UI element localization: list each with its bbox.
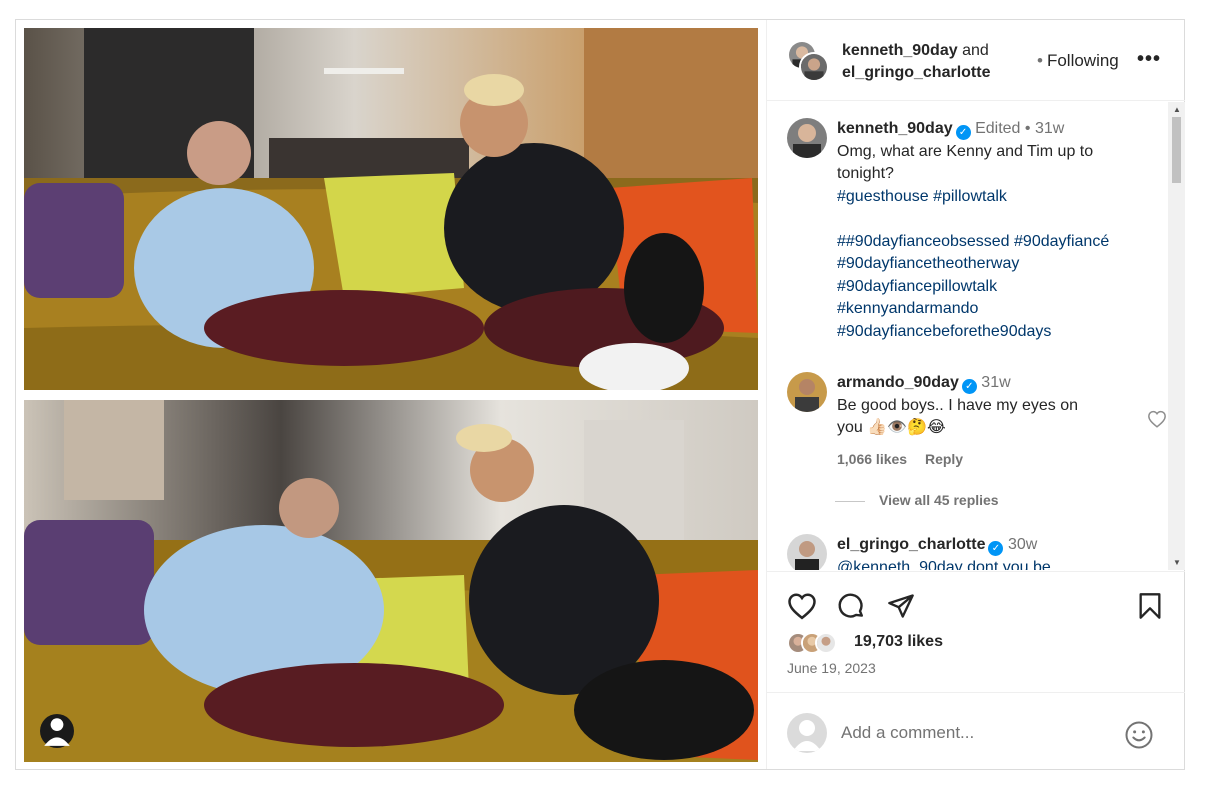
post-authors: kenneth_90day and el_gringo_charlotte: [842, 40, 990, 84]
author-username-1[interactable]: kenneth_90day: [842, 42, 958, 59]
caption-hashtags[interactable]: ##90dayfianceobsessed #90dayfiancé: [837, 231, 1157, 254]
post-header: kenneth_90day and el_gringo_charlotte • F…: [767, 20, 1185, 101]
post-date[interactable]: June 19, 2023: [787, 660, 876, 676]
and-text: and: [962, 42, 989, 59]
comment-time[interactable]: 30w: [1008, 536, 1037, 553]
post-dialog: kenneth_90day and el_gringo_charlotte • F…: [15, 19, 1185, 770]
caption-text-line: tonight?: [837, 165, 894, 182]
avatar[interactable]: [787, 534, 827, 570]
photo-bottom: [24, 400, 758, 762]
author-username-2[interactable]: el_gringo_charlotte: [842, 64, 990, 81]
view-replies-label: View all 45 replies: [879, 492, 999, 508]
tagged-users-button[interactable]: [40, 714, 74, 748]
share-icon: [888, 594, 914, 618]
more-options-button[interactable]: •••: [1137, 48, 1161, 71]
view-replies-button[interactable]: View all 45 replies: [835, 492, 999, 508]
comment-input[interactable]: [841, 721, 1111, 745]
caption-hashtags[interactable]: #90dayfiancetheotherway: [837, 253, 1157, 276]
caption-hashtags[interactable]: #90dayfiancepillowtalk: [837, 276, 1157, 299]
comment-icon: [838, 593, 863, 618]
comment-button[interactable]: [837, 592, 866, 626]
heart-icon: [1148, 410, 1166, 428]
emoji-icon: [1125, 721, 1153, 749]
comment-likes[interactable]: 1,066 likes: [837, 451, 907, 467]
verified-badge-icon: ✓: [955, 125, 971, 140]
scroll-down-arrow-icon[interactable]: ▼: [1173, 558, 1181, 567]
verified-badge-icon: ✓: [961, 379, 977, 394]
avatar[interactable]: [787, 118, 827, 158]
caption-hashtags[interactable]: #kennyandarmando: [837, 298, 1157, 321]
likes-count[interactable]: 19,703 likes: [854, 633, 943, 651]
heart-icon: [788, 593, 816, 620]
comment-text-line[interactable]: @kenneth_90day dont you be: [837, 557, 1157, 571]
like-comment-button[interactable]: [1147, 410, 1167, 433]
caption-text-line: Omg, what are Kenny and Tim up to: [837, 142, 1094, 160]
emoji-button[interactable]: [1124, 720, 1154, 755]
comment-time[interactable]: 31w: [981, 374, 1010, 391]
caption-username[interactable]: kenneth_90day: [837, 120, 953, 137]
post-media[interactable]: [16, 20, 766, 769]
like-button[interactable]: [787, 592, 817, 625]
comments-list[interactable]: kenneth_90day ✓ Edited • 31w Omg, what ar…: [767, 102, 1185, 570]
post-side-panel: kenneth_90day and el_gringo_charlotte • F…: [766, 20, 1185, 769]
reply-button[interactable]: Reply: [925, 451, 963, 467]
liker-avatars[interactable]: [787, 632, 847, 656]
save-button[interactable]: [1137, 592, 1163, 625]
comment-text-line: Be good boys.. I have my eyes on: [837, 396, 1079, 414]
post-actions: 19,703 likes June 19, 2023: [767, 571, 1185, 691]
photo-top: [24, 28, 758, 390]
comment-username[interactable]: armando_90day: [837, 374, 959, 391]
avatar: [787, 713, 827, 753]
share-button[interactable]: [887, 592, 915, 625]
comment-text-line: you 👍🏻👁️🤔😂: [837, 419, 946, 436]
comment-item: armando_90day ✓ 31w Be good boys.. I have…: [787, 372, 1166, 482]
user-tag-icon: [44, 718, 70, 746]
caption-hashtags[interactable]: #guesthouse #pillowtalk: [837, 186, 1157, 209]
edited-label: Edited: [975, 120, 1021, 137]
avatar[interactable]: [799, 52, 829, 82]
verified-badge-icon: ✓: [988, 541, 1004, 556]
avatar: [815, 632, 837, 654]
divider: [835, 500, 865, 502]
separator-dot: •: [1024, 120, 1031, 137]
add-comment-bar: [767, 692, 1185, 769]
author-avatars[interactable]: [787, 40, 831, 82]
bookmark-icon: [1139, 593, 1161, 619]
scrollbar-thumb[interactable]: [1172, 117, 1181, 183]
scroll-up-arrow-icon[interactable]: ▲: [1173, 105, 1181, 114]
following-button[interactable]: • Following: [1037, 51, 1119, 71]
caption-time[interactable]: 31w: [1035, 120, 1064, 137]
comment-username[interactable]: el_gringo_charlotte: [837, 536, 985, 553]
following-label: Following: [1046, 51, 1119, 70]
caption-hashtags[interactable]: #90dayfiancebeforethe90days: [837, 321, 1157, 344]
separator-dot: •: [1037, 51, 1043, 70]
comments-scrollbar[interactable]: ▲ ▼: [1168, 102, 1185, 570]
avatar[interactable]: [787, 372, 827, 412]
